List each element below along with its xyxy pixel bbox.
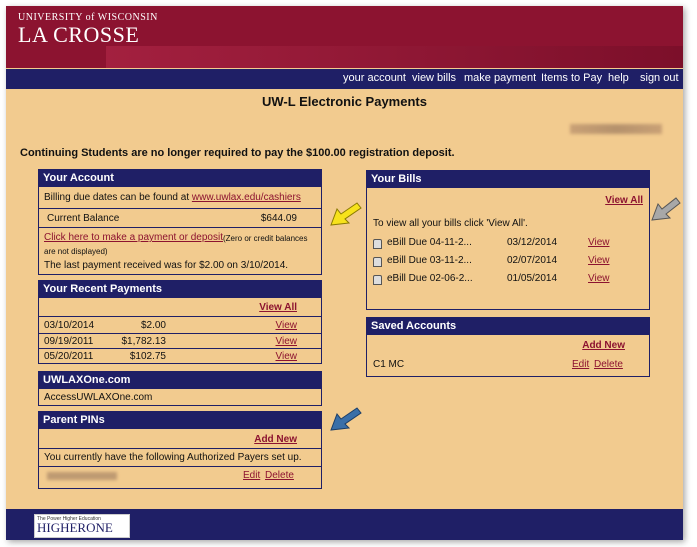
top-navigation: your account view bills make payment Ite…: [6, 69, 683, 89]
blurred-user-name: [570, 124, 662, 134]
payments-view-all-link[interactable]: View All: [259, 302, 297, 313]
bill-view-link[interactable]: View: [588, 255, 610, 266]
payment-date: 05/20/2011: [44, 351, 94, 362]
bill-document-icon: [373, 239, 382, 249]
bill-date: 02/07/2014: [507, 255, 558, 266]
last-payment-text: The last payment received was for $2.00 …: [44, 260, 289, 271]
nav-view-bills[interactable]: view bills: [412, 72, 456, 84]
bills-intro-text: To view all your bills click 'View All'.: [373, 218, 528, 229]
saved-accounts-panel: Saved Accounts Add New C1 MC Edit Delete: [366, 317, 650, 377]
zero-balance-note-cont: are not displayed): [44, 247, 108, 256]
bill-name: eBill Due 02-06-2...: [387, 273, 473, 284]
nav-sign-out[interactable]: sign out: [640, 72, 679, 84]
payment-view-link[interactable]: View: [276, 320, 298, 331]
payment-amount: $2.00: [140, 320, 166, 331]
bill-document-icon: [373, 257, 382, 267]
bill-view-link[interactable]: View: [588, 273, 610, 284]
payment-date: 09/19/2011: [44, 336, 94, 347]
uwlaxone-header: UWLAXOne.com: [39, 372, 321, 389]
payment-view-link[interactable]: View: [276, 336, 298, 347]
bill-document-icon: [373, 275, 382, 285]
page-title: UW-L Electronic Payments: [262, 94, 427, 109]
university-logo-main: LA CROSSE: [18, 22, 140, 47]
higherone-logo: The Power Higher Education HIGHERONE: [34, 514, 130, 538]
bill-date: 01/05/2014: [507, 273, 558, 284]
your-account-header: Your Account: [39, 170, 321, 187]
billing-due-text: Billing due dates can be found at www.uw…: [44, 192, 301, 203]
header-band: [106, 46, 683, 68]
bill-name: eBill Due 04-11-2...: [387, 237, 472, 248]
saved-account-name: C1 MC: [373, 359, 405, 370]
blue-arrow-icon: [330, 407, 362, 431]
yellow-arrow-icon: [330, 202, 362, 226]
your-bills-panel: Your Bills View All To view all your bil…: [366, 170, 650, 310]
parent-pins-header: Parent PINs: [39, 412, 321, 429]
nav-items-to-pay[interactable]: Items to Pay: [541, 72, 602, 84]
divider: [39, 333, 321, 334]
divider: [39, 466, 321, 467]
parent-pin-delete-link[interactable]: Delete: [265, 470, 294, 481]
divider: [39, 227, 321, 228]
saved-accounts-header: Saved Accounts: [367, 318, 649, 335]
parent-pins-add-new-link[interactable]: Add New: [254, 434, 297, 445]
nav-your-account[interactable]: your account: [343, 72, 406, 84]
bills-view-all-link[interactable]: View All: [605, 195, 643, 206]
payment-view-link[interactable]: View: [276, 351, 298, 362]
nav-make-payment[interactable]: make payment: [464, 72, 536, 84]
current-balance-value: $644.09: [260, 213, 297, 224]
make-payment-link[interactable]: Click here to make a payment or deposit: [44, 232, 223, 243]
saved-accounts-add-new-link[interactable]: Add New: [582, 340, 625, 351]
authorized-payers-text: You currently have the following Authori…: [44, 452, 302, 463]
deposit-notice: Continuing Students are no longer requir…: [20, 147, 455, 159]
bill-view-link[interactable]: View: [588, 237, 610, 248]
payment-date: 03/10/2014: [44, 320, 95, 331]
blurred-payer-name: [47, 472, 117, 480]
payment-amount: $1,782.13: [121, 336, 167, 347]
saved-account-edit-link[interactable]: Edit: [572, 359, 589, 370]
parent-pin-edit-link[interactable]: Edit: [243, 470, 260, 481]
parent-pins-panel: Parent PINs Add New You currently have t…: [38, 411, 322, 489]
browser-page: UNIVERSITY of WISCONSIN LA CROSSE your a…: [6, 6, 683, 540]
higherone-wordmark: HIGHERONE: [37, 520, 113, 535]
zero-balance-note: (Zero or credit balances: [223, 234, 308, 243]
bill-name: eBill Due 03-11-2...: [387, 255, 472, 266]
nav-help[interactable]: help: [608, 72, 629, 84]
payment-amount: $102.75: [129, 351, 166, 362]
divider: [39, 208, 321, 209]
site-footer: The Power Higher Education HIGHERONE: [6, 509, 683, 540]
bill-date: 03/12/2014: [507, 237, 558, 248]
your-bills-header: Your Bills: [367, 171, 649, 188]
cashiers-link[interactable]: www.uwlax.edu/cashiers: [192, 192, 301, 203]
current-balance-label: Current Balance: [47, 213, 120, 224]
uwlaxone-link[interactable]: AccessUWLAXOne.com: [44, 392, 152, 403]
uwlaxone-panel: UWLAXOne.com AccessUWLAXOne.com: [38, 371, 322, 406]
gray-arrow-icon: [651, 197, 681, 221]
recent-payments-header: Your Recent Payments: [39, 281, 321, 298]
saved-account-delete-link[interactable]: Delete: [594, 359, 623, 370]
site-header: UNIVERSITY of WISCONSIN LA CROSSE: [6, 6, 683, 68]
billing-due-prefix: Billing due dates can be found at: [44, 192, 192, 203]
recent-payments-panel: Your Recent Payments View All 03/10/2014…: [38, 280, 322, 364]
divider: [39, 348, 321, 349]
divider: [39, 448, 321, 449]
your-account-panel: Your Account Billing due dates can be fo…: [38, 169, 322, 275]
divider: [39, 316, 321, 317]
